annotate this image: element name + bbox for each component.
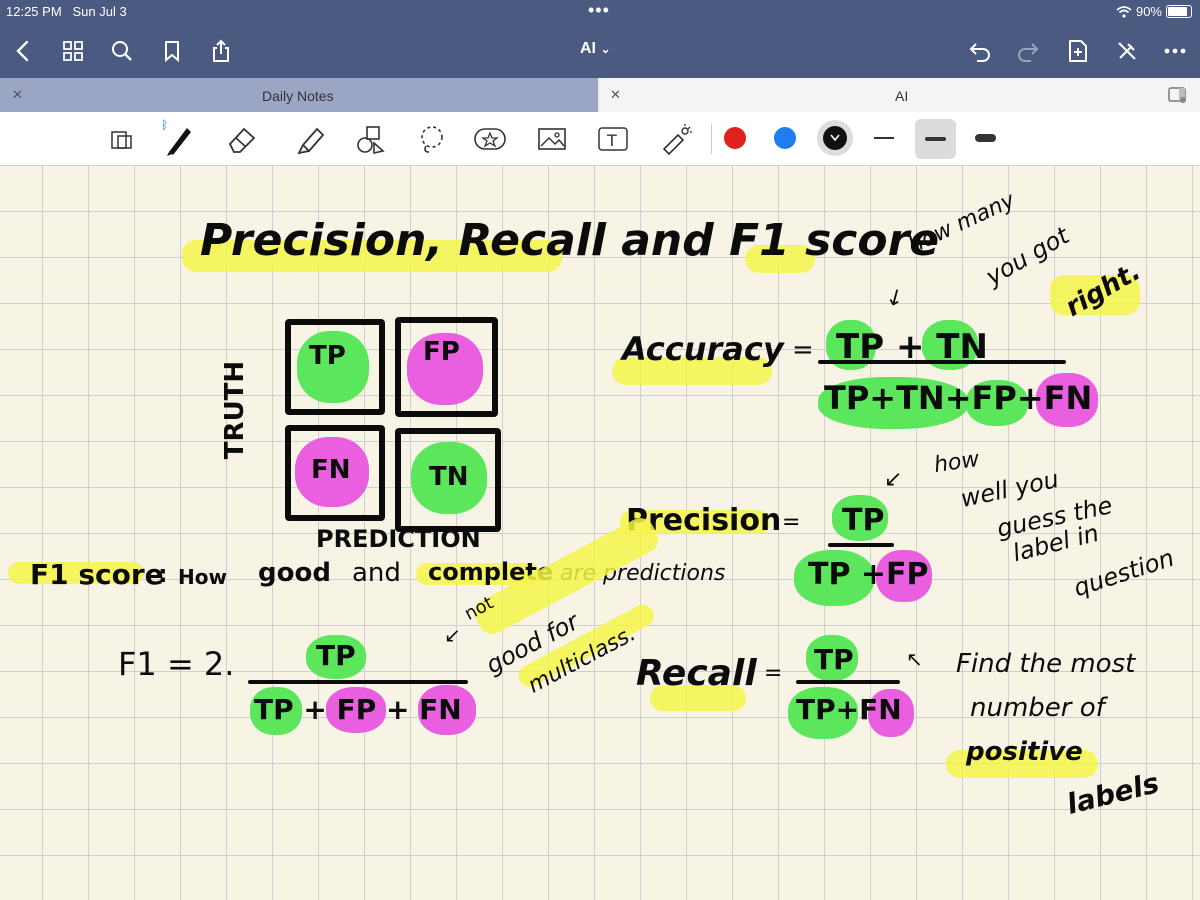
precision-numerator: TP	[842, 503, 885, 538]
chevron-down-icon: ⌄	[600, 42, 611, 56]
document-title-text: AI	[580, 40, 596, 57]
recall-denominator: TP+FN	[796, 693, 902, 726]
nav-bar: AI ⌄	[0, 26, 1200, 78]
accuracy-equals: =	[792, 335, 814, 365]
search-icon[interactable]	[107, 36, 137, 66]
close-tab-icon[interactable]: ✕	[12, 87, 23, 103]
document-title[interactable]: AI ⌄	[580, 40, 611, 58]
precision-note-5: question	[1070, 543, 1178, 603]
bookmark-icon[interactable]	[157, 36, 187, 66]
accuracy-denominator: TP+TN+FP+FN	[824, 379, 1093, 417]
recall-note-3: positive	[966, 737, 1083, 767]
thickness-thick-button[interactable]	[975, 134, 996, 142]
tab-daily-notes[interactable]: ✕ Daily Notes	[0, 78, 598, 112]
color-blue-button[interactable]	[774, 127, 796, 149]
f1-desc-3: and	[352, 558, 401, 588]
cell-tn: TN	[395, 428, 501, 532]
undo-icon[interactable]	[965, 36, 995, 66]
status-bar: 12:25 PM Sun Jul 3 ••• 90%	[0, 0, 1200, 26]
precision-denominator: TP +FP	[808, 557, 929, 592]
redo-icon[interactable]	[1013, 36, 1043, 66]
accuracy-label: Accuracy	[622, 330, 784, 368]
color-black-swatch	[823, 126, 847, 150]
status-time: 12:25 PM Sun Jul 3	[6, 4, 127, 19]
f1-colon: :	[158, 560, 168, 588]
toolbar-divider	[711, 124, 712, 154]
highlighter-icon[interactable]	[290, 120, 330, 158]
pen-off-icon[interactable]	[1112, 36, 1142, 66]
fraction-line	[248, 680, 468, 684]
tab-ai[interactable]: ✕ AI	[600, 78, 1200, 112]
color-black-button[interactable]	[817, 120, 853, 156]
f1-label: F1 score	[30, 558, 164, 591]
share-icon[interactable]	[206, 36, 236, 66]
eraser-icon[interactable]	[222, 120, 262, 158]
shape-tool-icon[interactable]	[350, 120, 390, 158]
arrow-icon: ↙	[444, 623, 461, 647]
prediction-label: PREDICTION	[316, 525, 481, 553]
recall-note-2: number of	[970, 693, 1105, 723]
fraction-line	[818, 360, 1066, 364]
f1-formula-lhs: F1 = 2.	[118, 645, 235, 683]
status-date: Sun Jul 3	[72, 4, 127, 19]
recall-label: Recall	[636, 653, 757, 694]
f1-desc-2: good	[258, 558, 331, 588]
image-icon[interactable]	[532, 120, 572, 158]
multitask-dots-icon[interactable]: •••	[588, 0, 610, 21]
arrow-icon: ↖	[906, 647, 923, 671]
more-options-icon[interactable]	[1160, 36, 1190, 66]
laser-pointer-icon[interactable]	[656, 120, 696, 158]
precision-note-1: how	[932, 446, 981, 479]
f1-denominator: TP + FP + FN	[254, 693, 462, 726]
back-icon[interactable]	[8, 36, 38, 66]
precision-equals: =	[782, 510, 801, 535]
fraction-line	[828, 543, 894, 547]
sidebar-toggle-icon[interactable]	[1168, 86, 1188, 107]
recall-equals: =	[764, 661, 783, 686]
cell-tp-label: TP	[309, 341, 346, 371]
f1-desc-1: How	[178, 565, 227, 589]
note-canvas[interactable]: Precision, Recall and F1 score TRUTH TP …	[0, 165, 1200, 900]
f1-numerator: TP	[316, 639, 356, 672]
truth-label: TRUTH	[220, 360, 251, 460]
battery-percent: 90%	[1135, 4, 1162, 19]
tab-label: Daily Notes	[262, 88, 334, 104]
close-tab-icon[interactable]: ✕	[610, 87, 621, 103]
pen-tool-icon[interactable]	[158, 120, 198, 158]
grid-view-icon[interactable]	[58, 36, 88, 66]
status-time-text: 12:25 PM	[6, 4, 62, 19]
drawing-toolbar: ᛒ T	[0, 112, 1200, 166]
cell-fp: FP	[395, 317, 498, 417]
battery-icon	[1166, 5, 1192, 18]
cell-fn-label: FN	[311, 455, 351, 485]
status-right: 90%	[1116, 4, 1192, 19]
arrow-icon: ↙	[884, 467, 903, 492]
tab-label: AI	[895, 88, 909, 104]
lasso-select-icon[interactable]	[102, 120, 142, 158]
recall-numerator: TP	[814, 643, 854, 676]
svg-text:T: T	[606, 131, 617, 150]
cell-tp: TP	[285, 319, 385, 415]
wifi-icon	[1116, 5, 1132, 18]
sticker-icon[interactable]	[470, 120, 510, 158]
text-tool-icon[interactable]: T	[593, 120, 633, 158]
thickness-thin-button[interactable]	[874, 137, 894, 139]
arrow-icon: ↙	[880, 282, 910, 313]
fraction-line	[796, 680, 900, 684]
cell-tn-label: TN	[429, 462, 469, 492]
thickness-medium-button[interactable]	[915, 119, 956, 159]
cell-fn: FN	[285, 425, 385, 521]
color-red-button[interactable]	[724, 127, 746, 149]
add-page-icon[interactable]	[1063, 36, 1093, 66]
cell-fp-label: FP	[423, 337, 460, 367]
recall-note-1: Find the most	[956, 649, 1136, 679]
page-title: Precision, Recall and F1 score	[200, 215, 940, 266]
lasso-icon[interactable]	[412, 120, 452, 158]
tab-bar: ✕ Daily Notes ✕ AI	[0, 78, 1200, 112]
